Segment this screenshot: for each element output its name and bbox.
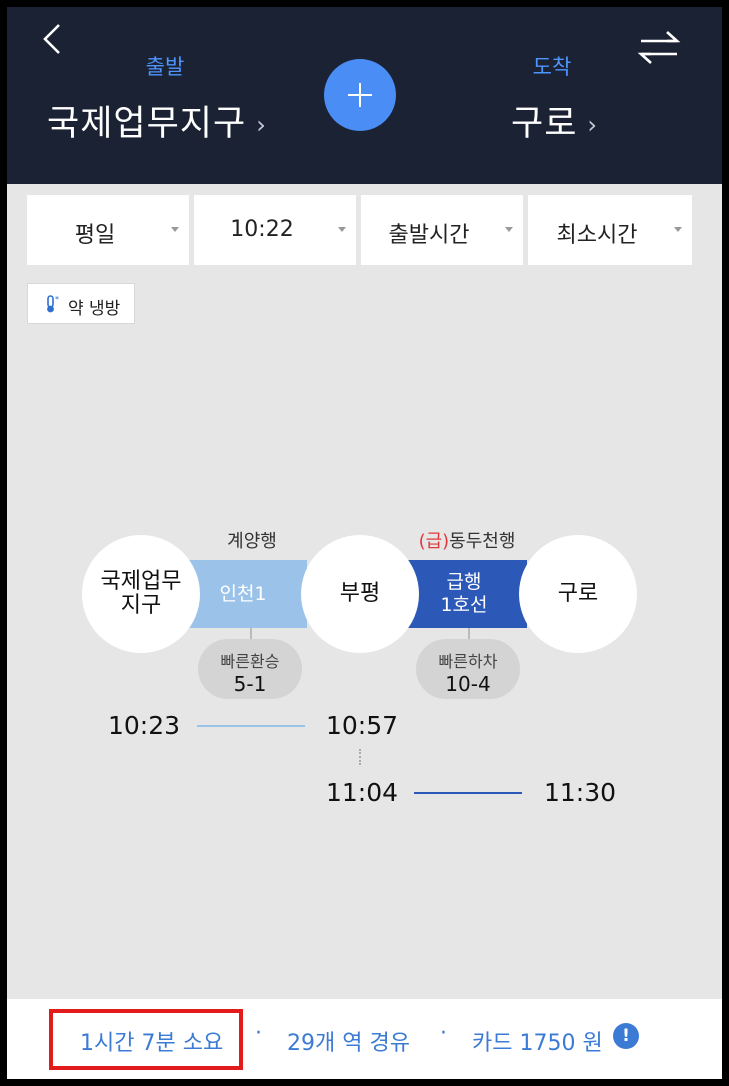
sort-dropdown[interactable]: 최소시간 [528,195,692,265]
quick-exit-badge: 빠른하차 10-4 [416,639,520,699]
day-type-value: 평일 [74,223,116,248]
station-node-transfer[interactable]: 부평 [301,535,419,653]
station-name-line1: 국제업무 [100,569,182,594]
departure-station-name: 국제업무지구 [47,104,247,144]
thermometer-icon: * [47,295,59,313]
leg1-arrival-time: 10:57 [326,711,399,740]
day-type-dropdown[interactable]: 평일 [27,195,189,265]
time-type-dropdown[interactable]: 출발시간 [361,195,523,265]
express-prefix: (급) [418,531,450,552]
app-frame: 출발 국제업무지구 › 도착 구로 › 평일 10:22 출발시간 최소시간 * [0,0,729,1086]
station-name: 구로 [557,581,599,606]
separator-dot: · [255,1021,262,1046]
caret-down-icon [674,227,682,232]
total-duration: 1시간 7분 소요 [80,1031,224,1056]
sort-value: 최소시간 [556,223,638,248]
transfer-wait-dots [359,749,361,765]
stations-count: 29개 역 경유 [287,1031,410,1056]
chevron-right-icon: › [587,111,599,139]
departure-station-selector[interactable]: 국제업무지구 › [47,95,267,146]
leg2-departure-time: 11:04 [326,778,399,807]
caret-down-icon [338,227,346,232]
caret-down-icon [171,227,179,232]
svg-text:*: * [55,295,59,304]
quick-transfer-badge: 빠른환승 5-1 [198,639,302,699]
fare-amount: 카드 1750 원 [472,1031,603,1056]
station-name: 부평 [339,581,381,606]
arrival-station-selector[interactable]: 구로 › [511,95,598,146]
aircon-label: 약 냉방 [68,299,121,319]
chevron-right-icon: › [256,111,267,139]
quick-transfer-label: 빠른환승 [220,652,280,671]
station-name-line2: 지구 [120,593,162,618]
station-node-departure[interactable]: 국제업무 지구 [82,535,200,653]
quick-exit-label: 빠른하차 [438,652,498,671]
plus-icon-vertical [359,83,361,107]
leg1-time-line [197,725,305,727]
segment2-direction: 동두천행 [449,531,516,552]
quick-exit-car: 10-4 [445,672,491,696]
fare-info-icon[interactable]: ! [613,1023,639,1049]
segment2-direction-label: (급)동두천행 [407,527,527,553]
quick-transfer-car: 5-1 [233,672,267,696]
time-value: 10:22 [230,217,294,242]
station-node-arrival[interactable]: 구로 [519,535,637,653]
separator-dot: · [440,1021,447,1046]
arrival-label: 도착 [532,55,572,79]
segment2-line-label-1: 급행 [446,571,482,593]
arrival-station-name: 구로 [511,104,578,144]
segment1-direction: 계양행 [227,531,277,552]
caret-down-icon [505,227,513,232]
line-segment-line1-express[interactable]: 급행 1호선 [401,560,527,628]
leg1-departure-time: 10:23 [108,711,181,740]
route-summary-bar: 1시간 7분 소요 · 29개 역 경유 · 카드 1750 원 ! [7,999,722,1079]
aircon-badge[interactable]: * 약 냉방 [27,283,135,324]
time-type-value: 출발시간 [388,223,470,248]
segment2-line-label-2: 1호선 [440,594,488,616]
departure-label: 출발 [145,55,185,79]
swap-icon[interactable] [635,27,683,67]
time-dropdown[interactable]: 10:22 [194,195,356,265]
add-waypoint-button[interactable] [324,59,396,131]
leg2-time-line [414,792,522,794]
route-header: 출발 국제업무지구 › 도착 구로 › [7,7,722,184]
back-arrow-icon[interactable] [35,19,71,59]
leg2-arrival-time: 11:30 [544,778,617,807]
